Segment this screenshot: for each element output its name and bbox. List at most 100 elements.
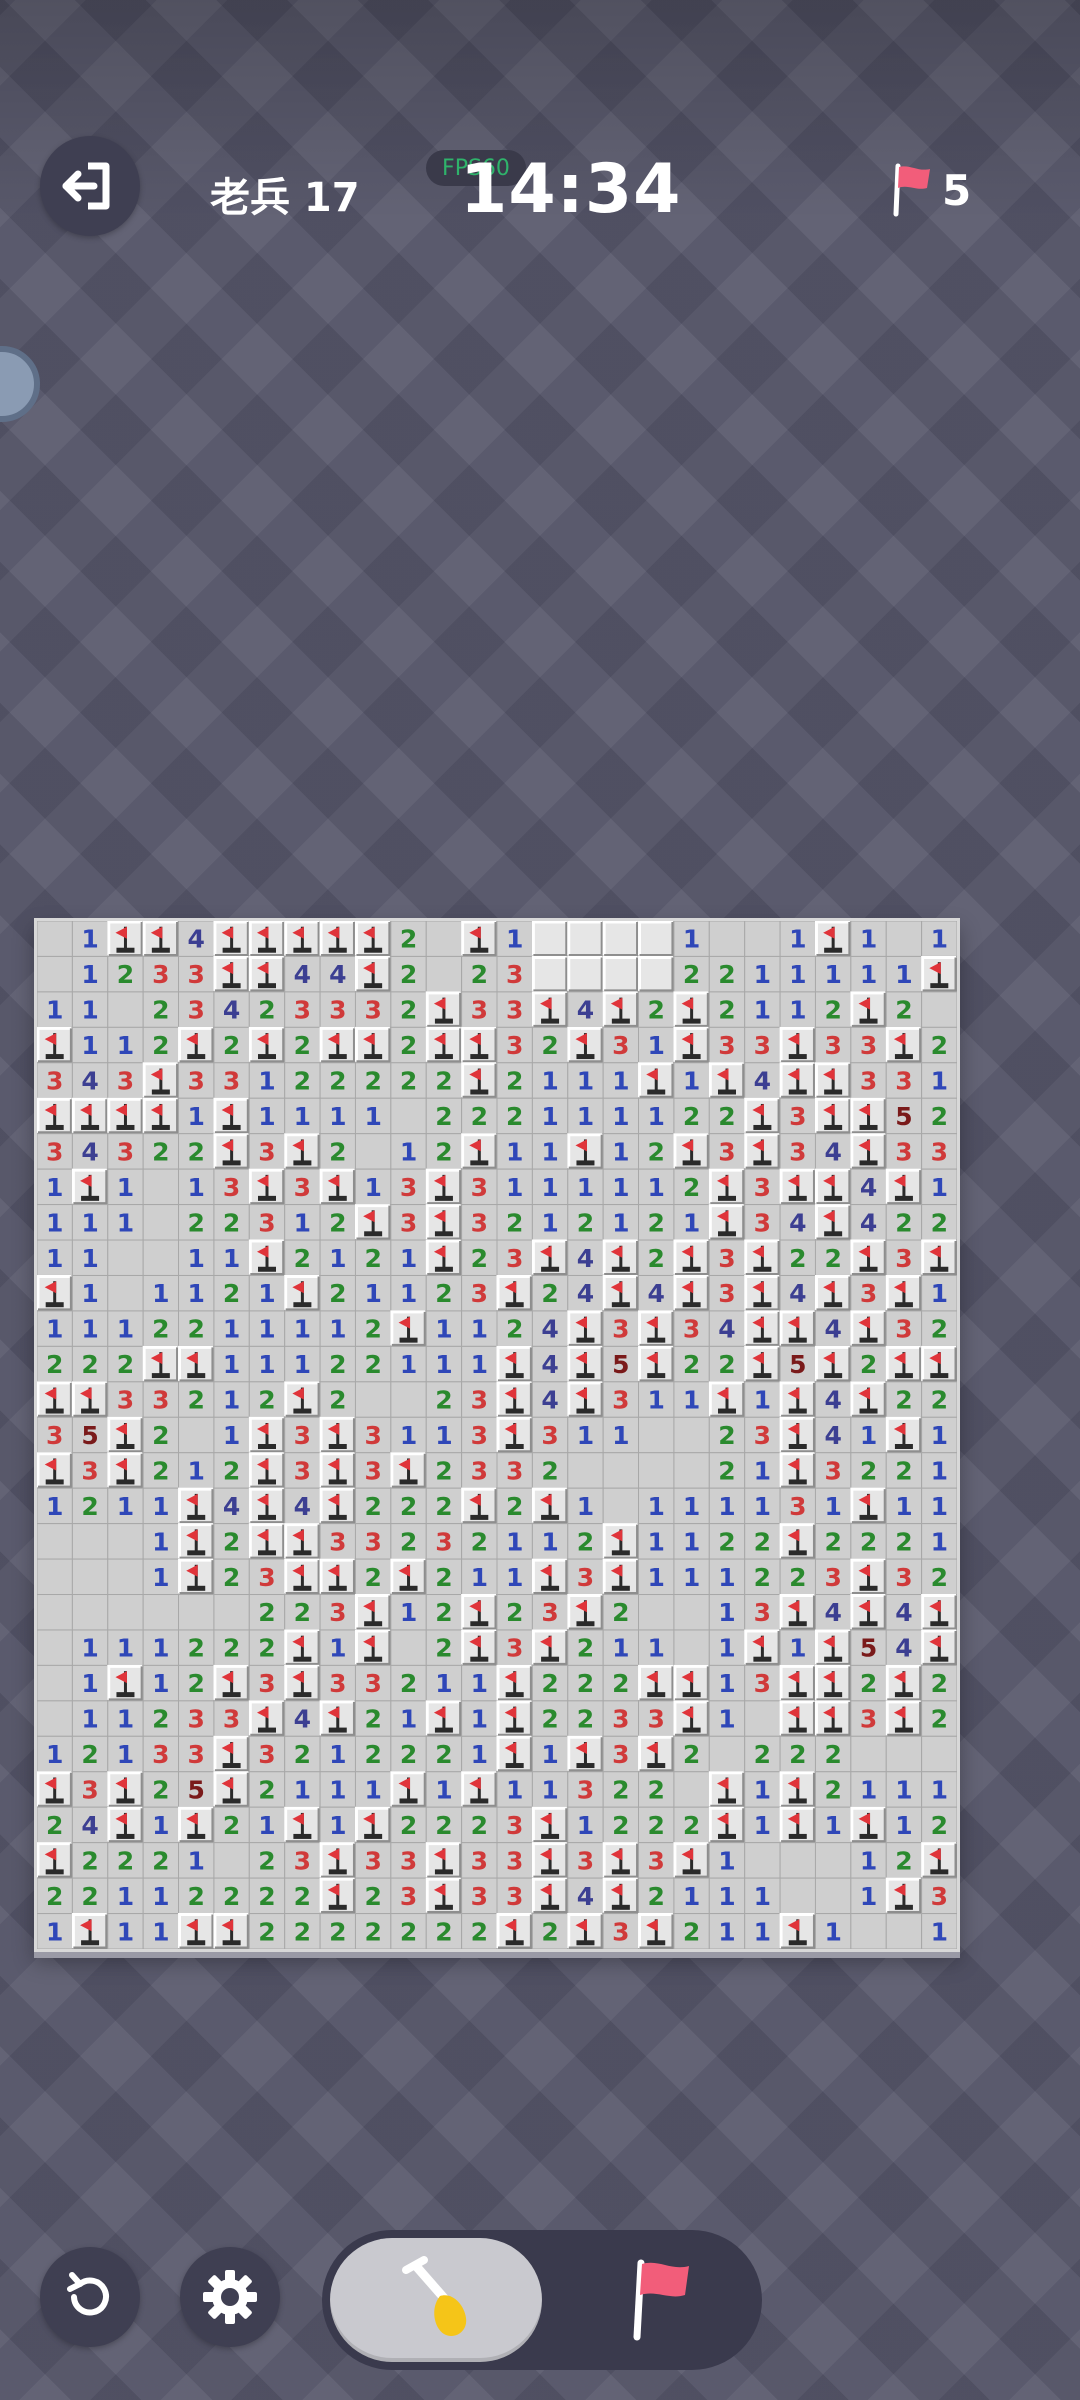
board-cell[interactable]: 2: [142, 1452, 180, 1489]
board-cell[interactable]: 3: [354, 1416, 392, 1454]
board-cell[interactable]: 1: [213, 1239, 250, 1276]
board-cell[interactable]: 2: [885, 1842, 923, 1879]
board-cell[interactable]: 2: [708, 1452, 746, 1489]
board-cell[interactable]: [531, 921, 569, 957]
board-cell[interactable]: [531, 991, 569, 1028]
board-cell[interactable]: 4: [744, 1062, 781, 1099]
board-cell[interactable]: 1: [921, 1062, 957, 1099]
board-cell[interactable]: 1: [779, 991, 816, 1028]
board-cell[interactable]: 1: [319, 1310, 356, 1347]
board-cell[interactable]: [850, 1097, 887, 1135]
board-cell[interactable]: 3: [567, 1842, 604, 1879]
board-cell[interactable]: [213, 1133, 250, 1170]
board-cell[interactable]: 1: [71, 1664, 109, 1702]
board-cell[interactable]: 1: [284, 1097, 321, 1135]
board-cell[interactable]: [213, 1664, 250, 1702]
board-cell[interactable]: 4: [531, 1381, 569, 1418]
board-cell[interactable]: 2: [814, 1239, 852, 1276]
board-cell[interactable]: 3: [107, 1381, 144, 1418]
board-cell[interactable]: [354, 1381, 392, 1418]
board-cell[interactable]: 2: [354, 1558, 392, 1596]
board-cell[interactable]: 2: [425, 1487, 463, 1525]
board-cell[interactable]: [461, 1594, 498, 1631]
board-cell[interactable]: [248, 1523, 286, 1560]
board-cell[interactable]: 2: [390, 1913, 427, 1949]
board-cell[interactable]: [390, 1452, 427, 1489]
board-cell[interactable]: [178, 1523, 215, 1560]
board-cell[interactable]: 3: [425, 1523, 463, 1560]
board-cell[interactable]: 2: [142, 1700, 180, 1737]
board-cell[interactable]: 3: [708, 1274, 746, 1312]
board-cell[interactable]: [178, 1806, 215, 1844]
board-cell[interactable]: 1: [673, 1062, 710, 1099]
board-cell[interactable]: [638, 1664, 675, 1702]
board-cell[interactable]: [638, 1416, 675, 1454]
board-cell[interactable]: 3: [284, 1416, 321, 1454]
board-cell[interactable]: [814, 1345, 852, 1383]
board-cell[interactable]: [673, 1771, 710, 1808]
board-cell[interactable]: 1: [461, 1664, 498, 1702]
board-cell[interactable]: 1: [602, 1416, 640, 1454]
board-cell[interactable]: 1: [284, 1204, 321, 1241]
board-cell[interactable]: [779, 1026, 816, 1064]
board-cell[interactable]: 1: [390, 1274, 427, 1312]
board-cell[interactable]: 2: [37, 1877, 73, 1915]
board-cell[interactable]: 2: [708, 1523, 746, 1560]
board-cell[interactable]: [248, 921, 286, 957]
board-cell[interactable]: [602, 1452, 640, 1489]
board-cell[interactable]: [284, 1664, 321, 1702]
board-cell[interactable]: 4: [885, 1629, 923, 1666]
board-cell[interactable]: 1: [744, 1381, 781, 1418]
board-cell[interactable]: 3: [531, 1594, 569, 1631]
board-cell[interactable]: 2: [213, 1204, 250, 1241]
board-cell[interactable]: 3: [779, 1133, 816, 1170]
board-cell[interactable]: 4: [319, 955, 356, 993]
board-cell[interactable]: [37, 1523, 73, 1560]
board-cell[interactable]: 2: [708, 1345, 746, 1383]
board-cell[interactable]: 3: [178, 1700, 215, 1737]
board-cell[interactable]: 3: [602, 1026, 640, 1064]
board-cell[interactable]: 2: [567, 1204, 604, 1241]
board-cell[interactable]: 3: [461, 991, 498, 1028]
board-cell[interactable]: 3: [708, 1239, 746, 1276]
board-cell[interactable]: [744, 1133, 781, 1170]
board-cell[interactable]: 1: [708, 1664, 746, 1702]
board-cell[interactable]: 1: [390, 1416, 427, 1454]
board-cell[interactable]: [425, 1204, 463, 1241]
board-cell[interactable]: 4: [71, 1062, 109, 1099]
board-cell[interactable]: 2: [354, 1310, 392, 1347]
board-cell[interactable]: [779, 1416, 816, 1454]
board-cell[interactable]: 2: [531, 1026, 569, 1064]
board-cell[interactable]: [673, 1452, 710, 1489]
board-cell[interactable]: 1: [602, 1204, 640, 1241]
board-cell[interactable]: 3: [814, 1452, 852, 1489]
board-cell[interactable]: 4: [779, 1274, 816, 1312]
board-cell[interactable]: 2: [779, 1239, 816, 1276]
board-cell[interactable]: [814, 1700, 852, 1737]
board-cell[interactable]: [37, 1452, 73, 1489]
board-cell[interactable]: 2: [885, 1381, 923, 1418]
board-cell[interactable]: [885, 921, 923, 957]
board-cell[interactable]: 1: [37, 1239, 73, 1276]
board-cell[interactable]: 1: [107, 1700, 144, 1737]
board-cell[interactable]: [602, 1877, 640, 1915]
board-cell[interactable]: 1: [921, 1168, 957, 1206]
board-cell[interactable]: [531, 1487, 569, 1525]
board-cell[interactable]: 1: [814, 1806, 852, 1844]
board-cell[interactable]: [708, 1806, 746, 1844]
board-cell[interactable]: 1: [37, 991, 73, 1028]
board-cell[interactable]: [744, 1345, 781, 1383]
board-cell[interactable]: 2: [142, 1842, 180, 1879]
board-cell[interactable]: [284, 1629, 321, 1666]
board-cell[interactable]: [850, 1913, 887, 1949]
board-cell[interactable]: 3: [744, 1026, 781, 1064]
board-cell[interactable]: 1: [319, 1239, 356, 1276]
board-cell[interactable]: 4: [531, 1310, 569, 1347]
board-cell[interactable]: 3: [354, 1842, 392, 1879]
board-cell[interactable]: [744, 1842, 781, 1879]
board-cell[interactable]: 2: [178, 1381, 215, 1418]
board-cell[interactable]: 4: [567, 991, 604, 1028]
board-cell[interactable]: 1: [673, 1523, 710, 1560]
board-cell[interactable]: [319, 1558, 356, 1596]
board-cell[interactable]: 2: [284, 1735, 321, 1773]
